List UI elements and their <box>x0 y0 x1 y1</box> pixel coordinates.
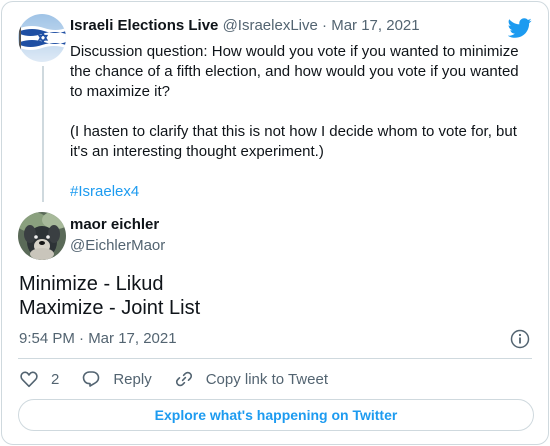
copy-link-button[interactable]: Copy link to Tweet <box>174 369 328 389</box>
reply-author-avatar[interactable] <box>18 212 66 260</box>
quoted-author-handle[interactable]: @IsraelexLive <box>223 17 318 34</box>
reply-author-name[interactable]: maor eichler <box>70 215 159 235</box>
israeli-flag-icon <box>18 14 66 62</box>
reply-label: Reply <box>113 370 152 388</box>
tweet-card: Israeli Elections Live @IsraelexLive · M… <box>1 1 549 445</box>
quoted-tweet-text: Discussion question: How would you vote … <box>70 42 530 202</box>
reply-button[interactable]: Reply <box>81 369 152 389</box>
twitter-bird-icon[interactable] <box>508 16 532 40</box>
like-button[interactable]: 2 <box>19 369 59 389</box>
reply-bubble-icon <box>83 371 100 387</box>
thread-connector-line <box>42 66 44 202</box>
quoted-hashtag-line: #Israelex4 <box>70 182 530 202</box>
quoted-tweet-header: Israeli Elections Live @IsraelexLive · M… <box>70 16 420 36</box>
quoted-author-avatar[interactable] <box>18 14 66 62</box>
reply-tweet-text: Minimize - Likud Maximize - Joint List <box>19 272 200 320</box>
reply-timestamp[interactable]: 9:54 PM · Mar 17, 2021 <box>19 329 177 349</box>
header-separator: · <box>322 17 328 34</box>
reply-line-2: Maximize - Joint List <box>19 297 201 319</box>
copy-link-label: Copy link to Tweet <box>205 370 328 388</box>
divider <box>18 358 532 359</box>
info-icon[interactable] <box>510 329 530 349</box>
action-bar: 2 Reply Copy link to Tweet <box>19 368 350 390</box>
quoted-tweet-date[interactable]: Mar 17, 2021 <box>331 17 419 34</box>
quoted-paragraph-2: (I hasten to clarify that this is not ho… <box>70 123 517 160</box>
quoted-author-name[interactable]: Israeli Elections Live <box>70 17 218 34</box>
explore-twitter-button[interactable]: Explore what's happening on Twitter <box>18 399 534 431</box>
reply-line-1: Minimize - Likud <box>19 273 164 295</box>
heart-icon <box>20 371 38 388</box>
link-icon <box>175 371 192 387</box>
like-count: 2 <box>51 370 60 388</box>
reply-author-handle[interactable]: @EichlerMaor <box>70 236 165 256</box>
dog-photo-icon <box>18 212 66 260</box>
hashtag-link[interactable]: #Israelex4 <box>70 183 139 200</box>
quoted-paragraph-1: Discussion question: How would you vote … <box>70 43 519 100</box>
